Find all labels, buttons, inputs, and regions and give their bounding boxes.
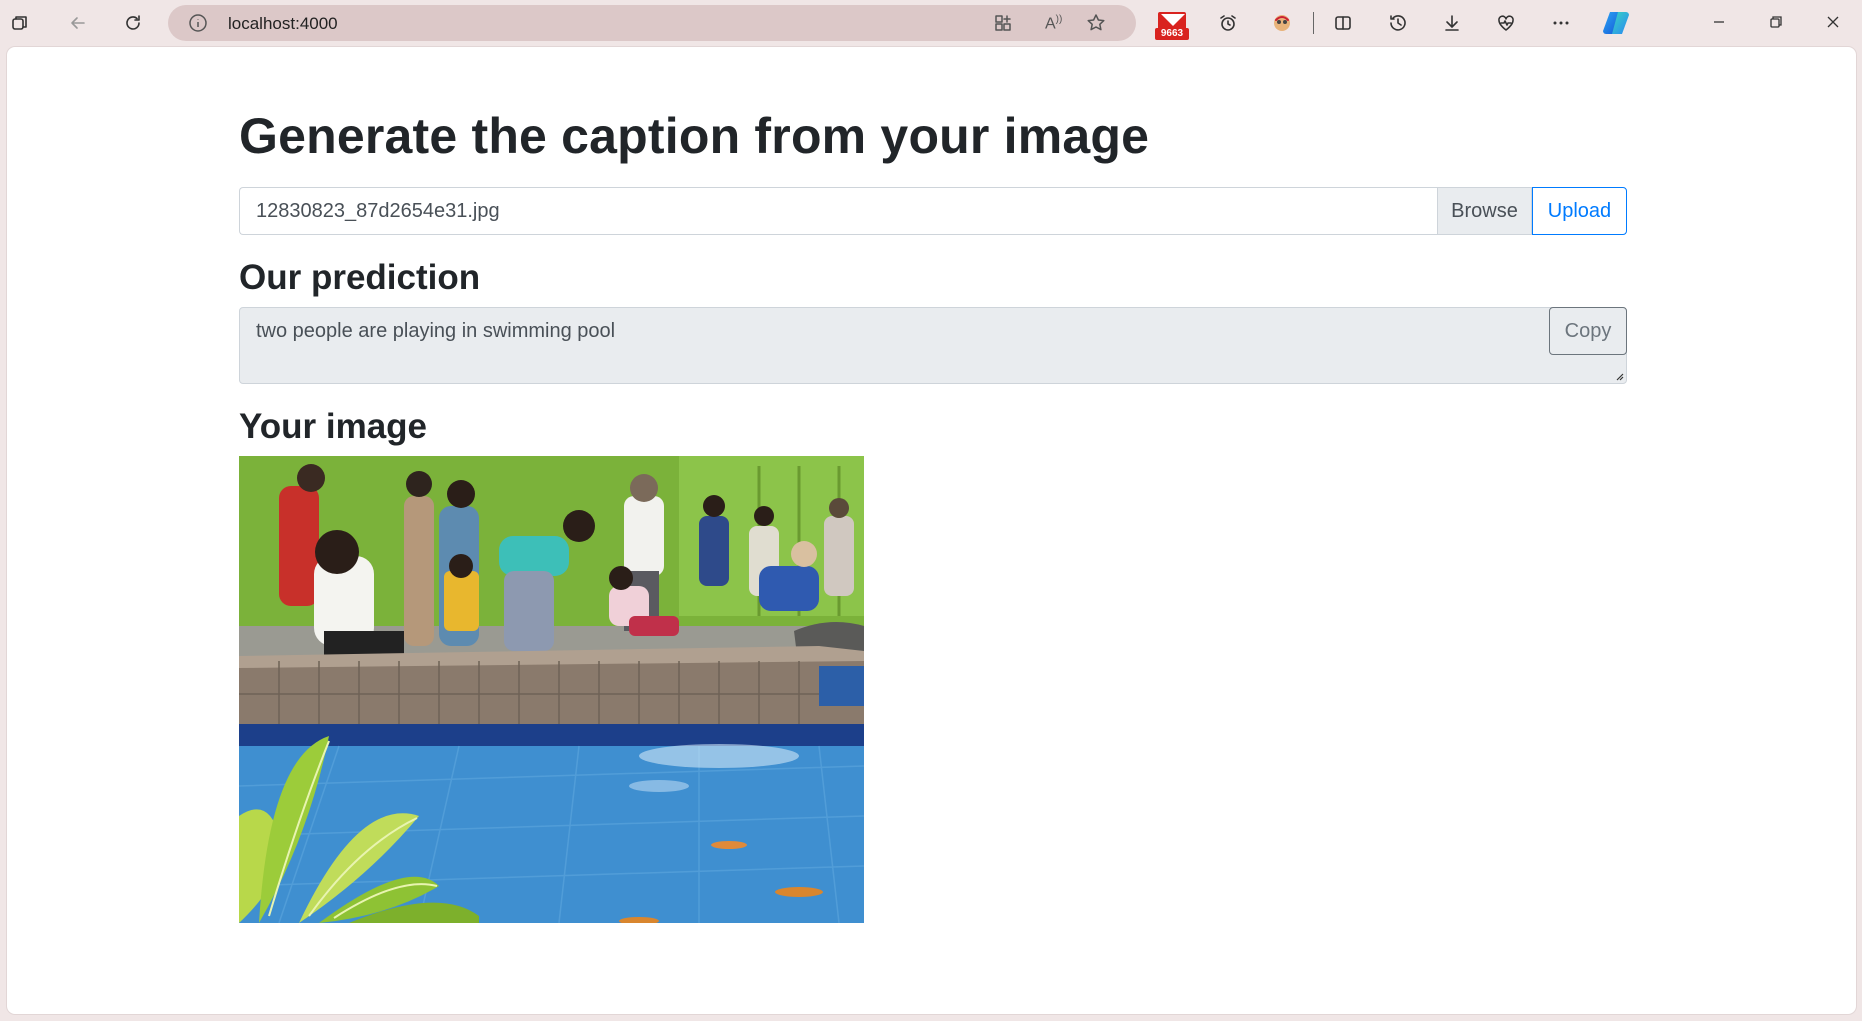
restore-window-icon[interactable] bbox=[1756, 8, 1796, 36]
page-title: Generate the caption from your image bbox=[239, 108, 1150, 164]
resize-handle-icon[interactable] bbox=[1614, 371, 1624, 381]
close-window-icon[interactable] bbox=[1813, 8, 1853, 36]
image-heading: Your image bbox=[239, 407, 428, 446]
browse-button[interactable]: Browse bbox=[1437, 187, 1532, 235]
copilot-icon[interactable] bbox=[1600, 8, 1632, 38]
mail-extension-icon[interactable]: 9663 bbox=[1155, 10, 1189, 42]
prediction-heading: Our prediction bbox=[239, 258, 481, 297]
browser-toolbar: localhost:4000 A)) 9663 bbox=[0, 0, 1862, 46]
page-viewport: Generate the caption from your image 128… bbox=[7, 47, 1856, 1014]
prediction-textarea[interactable]: two people are playing in swimming pool … bbox=[239, 307, 1627, 384]
more-options-icon[interactable] bbox=[1545, 8, 1577, 38]
browser-essentials-icon[interactable] bbox=[1490, 8, 1522, 38]
mail-badge-count: 9663 bbox=[1155, 28, 1189, 40]
refresh-icon[interactable] bbox=[117, 8, 149, 38]
url-text[interactable]: localhost:4000 bbox=[228, 14, 338, 34]
read-aloud-icon[interactable]: A)) bbox=[1045, 14, 1062, 33]
prediction-text: two people are playing in swimming pool bbox=[256, 320, 616, 342]
history-icon[interactable] bbox=[1382, 8, 1414, 38]
copy-button[interactable]: Copy bbox=[1549, 307, 1627, 355]
upload-button[interactable]: Upload bbox=[1532, 187, 1627, 235]
tab-actions-icon[interactable] bbox=[4, 8, 36, 38]
back-arrow-icon[interactable] bbox=[62, 8, 94, 38]
minimize-window-icon[interactable] bbox=[1699, 8, 1739, 36]
uploaded-image bbox=[239, 456, 864, 923]
alarm-clock-icon[interactable] bbox=[1212, 8, 1244, 38]
toolbar-separator bbox=[1313, 12, 1314, 34]
site-info-icon[interactable] bbox=[188, 13, 208, 33]
face-extension-icon[interactable] bbox=[1266, 8, 1298, 38]
favorite-star-icon[interactable] bbox=[1086, 13, 1108, 35]
file-name-field[interactable]: 12830823_87d2654e31.jpg bbox=[239, 187, 1437, 235]
address-bar[interactable]: localhost:4000 A)) bbox=[168, 5, 1136, 41]
file-upload-group: 12830823_87d2654e31.jpg Browse Upload bbox=[239, 187, 1627, 235]
split-screen-icon[interactable] bbox=[1327, 8, 1359, 38]
downloads-icon[interactable] bbox=[1436, 8, 1468, 38]
app-available-icon[interactable] bbox=[993, 13, 1015, 35]
